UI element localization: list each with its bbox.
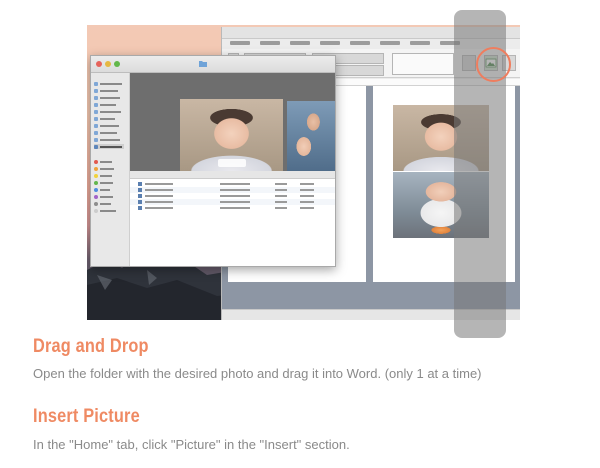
sidebar-tag[interactable] bbox=[94, 180, 113, 185]
ribbon-tab-insert[interactable] bbox=[260, 41, 280, 45]
document-icon bbox=[138, 182, 142, 186]
sidebar-item-selected[interactable] bbox=[94, 144, 124, 149]
finder-sidebar bbox=[91, 73, 130, 266]
sidebar-item[interactable] bbox=[94, 95, 120, 100]
ribbon-tab-design[interactable] bbox=[290, 41, 310, 45]
ribbon-tab-home[interactable] bbox=[230, 41, 250, 45]
sidebar-item[interactable] bbox=[94, 116, 115, 121]
finder-preview-pane bbox=[130, 73, 335, 171]
preview-photo-family[interactable] bbox=[287, 101, 335, 171]
document-icon bbox=[138, 200, 142, 204]
step-1-heading: Drag and Drop bbox=[33, 336, 149, 357]
preview-controls[interactable] bbox=[218, 159, 246, 167]
ribbon-tab-mailings[interactable] bbox=[380, 41, 400, 45]
sidebar-item[interactable] bbox=[94, 130, 117, 135]
document-icon bbox=[138, 188, 142, 192]
step-1-description: Open the folder with the desired photo a… bbox=[33, 366, 482, 381]
sidebar-tag[interactable] bbox=[94, 159, 112, 164]
ribbon-tab-references[interactable] bbox=[350, 41, 370, 45]
document-icon bbox=[138, 194, 142, 198]
step-2-heading: Insert Picture bbox=[33, 406, 140, 427]
minimize-icon[interactable] bbox=[105, 61, 111, 67]
zoom-icon[interactable] bbox=[114, 61, 120, 67]
sidebar-tag[interactable] bbox=[94, 187, 110, 192]
sidebar-item[interactable] bbox=[94, 102, 116, 107]
step-2-description: In the "Home" tab, click "Picture" in th… bbox=[33, 437, 350, 452]
sidebar-tag[interactable] bbox=[94, 166, 114, 171]
sidebar-tag[interactable] bbox=[94, 208, 116, 213]
document-icon bbox=[138, 206, 142, 210]
sidebar-item[interactable] bbox=[94, 137, 120, 142]
sidebar-item[interactable] bbox=[94, 109, 121, 114]
picture-button-highlight-circle bbox=[476, 47, 511, 82]
close-icon[interactable] bbox=[96, 61, 102, 67]
finder-window bbox=[90, 55, 336, 267]
sidebar-item[interactable] bbox=[94, 123, 119, 128]
finder-titlebar[interactable] bbox=[91, 56, 335, 73]
folder-icon bbox=[199, 61, 207, 67]
file-list-header[interactable] bbox=[130, 171, 335, 179]
styles-gallery[interactable] bbox=[392, 53, 454, 75]
sidebar-item[interactable] bbox=[94, 81, 122, 86]
ribbon-tab-layout[interactable] bbox=[320, 41, 340, 45]
sidebar-tag[interactable] bbox=[94, 194, 113, 199]
sidebar-tag[interactable] bbox=[94, 173, 112, 178]
list-item[interactable] bbox=[130, 205, 335, 211]
sidebar-item[interactable] bbox=[94, 88, 118, 93]
ribbon-tab-review[interactable] bbox=[410, 41, 430, 45]
file-list bbox=[130, 179, 335, 266]
sidebar-tag[interactable] bbox=[94, 201, 111, 206]
